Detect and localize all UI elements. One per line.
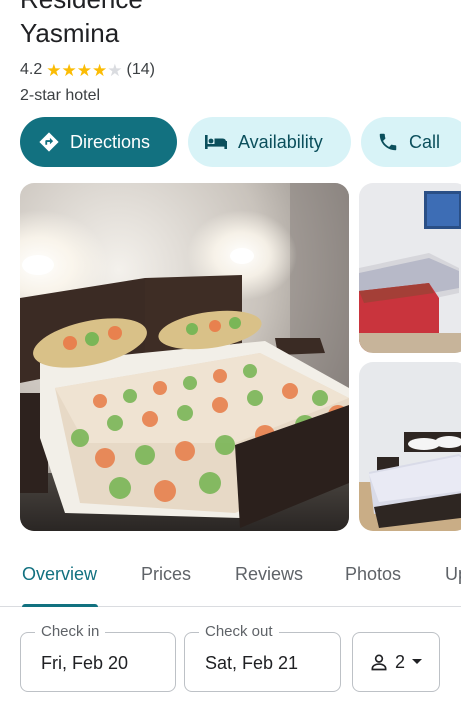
hotel-room-photo-main[interactable] [20,183,349,531]
dropdown-arrow-icon [412,659,422,664]
availability-button[interactable]: Availability [188,117,351,167]
bedroom-image [359,362,461,531]
bedroom-image [359,183,461,353]
tab-photos[interactable]: Photos [345,564,401,585]
phone-icon [379,133,397,151]
place-name-line-2: Yasmina [20,18,120,48]
active-tab-indicator [22,604,98,607]
check-out-label: Check out [199,623,279,640]
tab-prices[interactable]: Prices [141,564,191,585]
place-name-line-1: Residence [20,0,143,12]
call-button[interactable]: Call [361,117,461,167]
star-icon: ★ [61,60,77,80]
call-label: Call [409,131,441,152]
hotel-room-photo-3[interactable] [359,362,461,531]
place-category: 2-star hotel [20,87,101,104]
tab-reviews[interactable]: Reviews [235,564,303,585]
rating-stars: ★ ★ ★ ★ ★ [46,62,122,79]
rating-value: 4.2 [20,61,43,78]
tab-overview[interactable]: Overview [22,564,97,585]
bedroom-image [20,183,349,531]
directions-button[interactable]: Directions [20,117,177,167]
person-icon [371,654,387,671]
directions-icon [39,132,59,152]
guests-selector[interactable]: 2 [352,632,440,692]
bed-icon [205,135,227,149]
review-count: (14) [126,61,155,78]
availability-label: Availability [238,131,323,152]
check-in-value: Fri, Feb 20 [41,653,129,673]
place-tabs: Overview Prices Reviews Photos Up [0,552,461,607]
check-in-label: Check in [35,623,106,640]
star-icon: ★ [76,60,92,80]
tab-updates[interactable]: Up [445,564,461,585]
star-empty-icon: ★ [107,60,123,80]
directions-label: Directions [70,131,151,152]
rating-row[interactable]: 4.2 ★ ★ ★ ★ ★ (14) [20,60,155,80]
guests-count: 2 [394,651,405,672]
star-icon: ★ [46,60,62,80]
star-icon: ★ [92,60,108,80]
hotel-room-photo-2[interactable] [359,183,461,353]
check-in-field[interactable]: Check in Fri, Feb 20 [20,623,176,692]
check-out-field[interactable]: Check out Sat, Feb 21 [184,623,341,692]
check-out-value: Sat, Feb 21 [205,653,299,673]
